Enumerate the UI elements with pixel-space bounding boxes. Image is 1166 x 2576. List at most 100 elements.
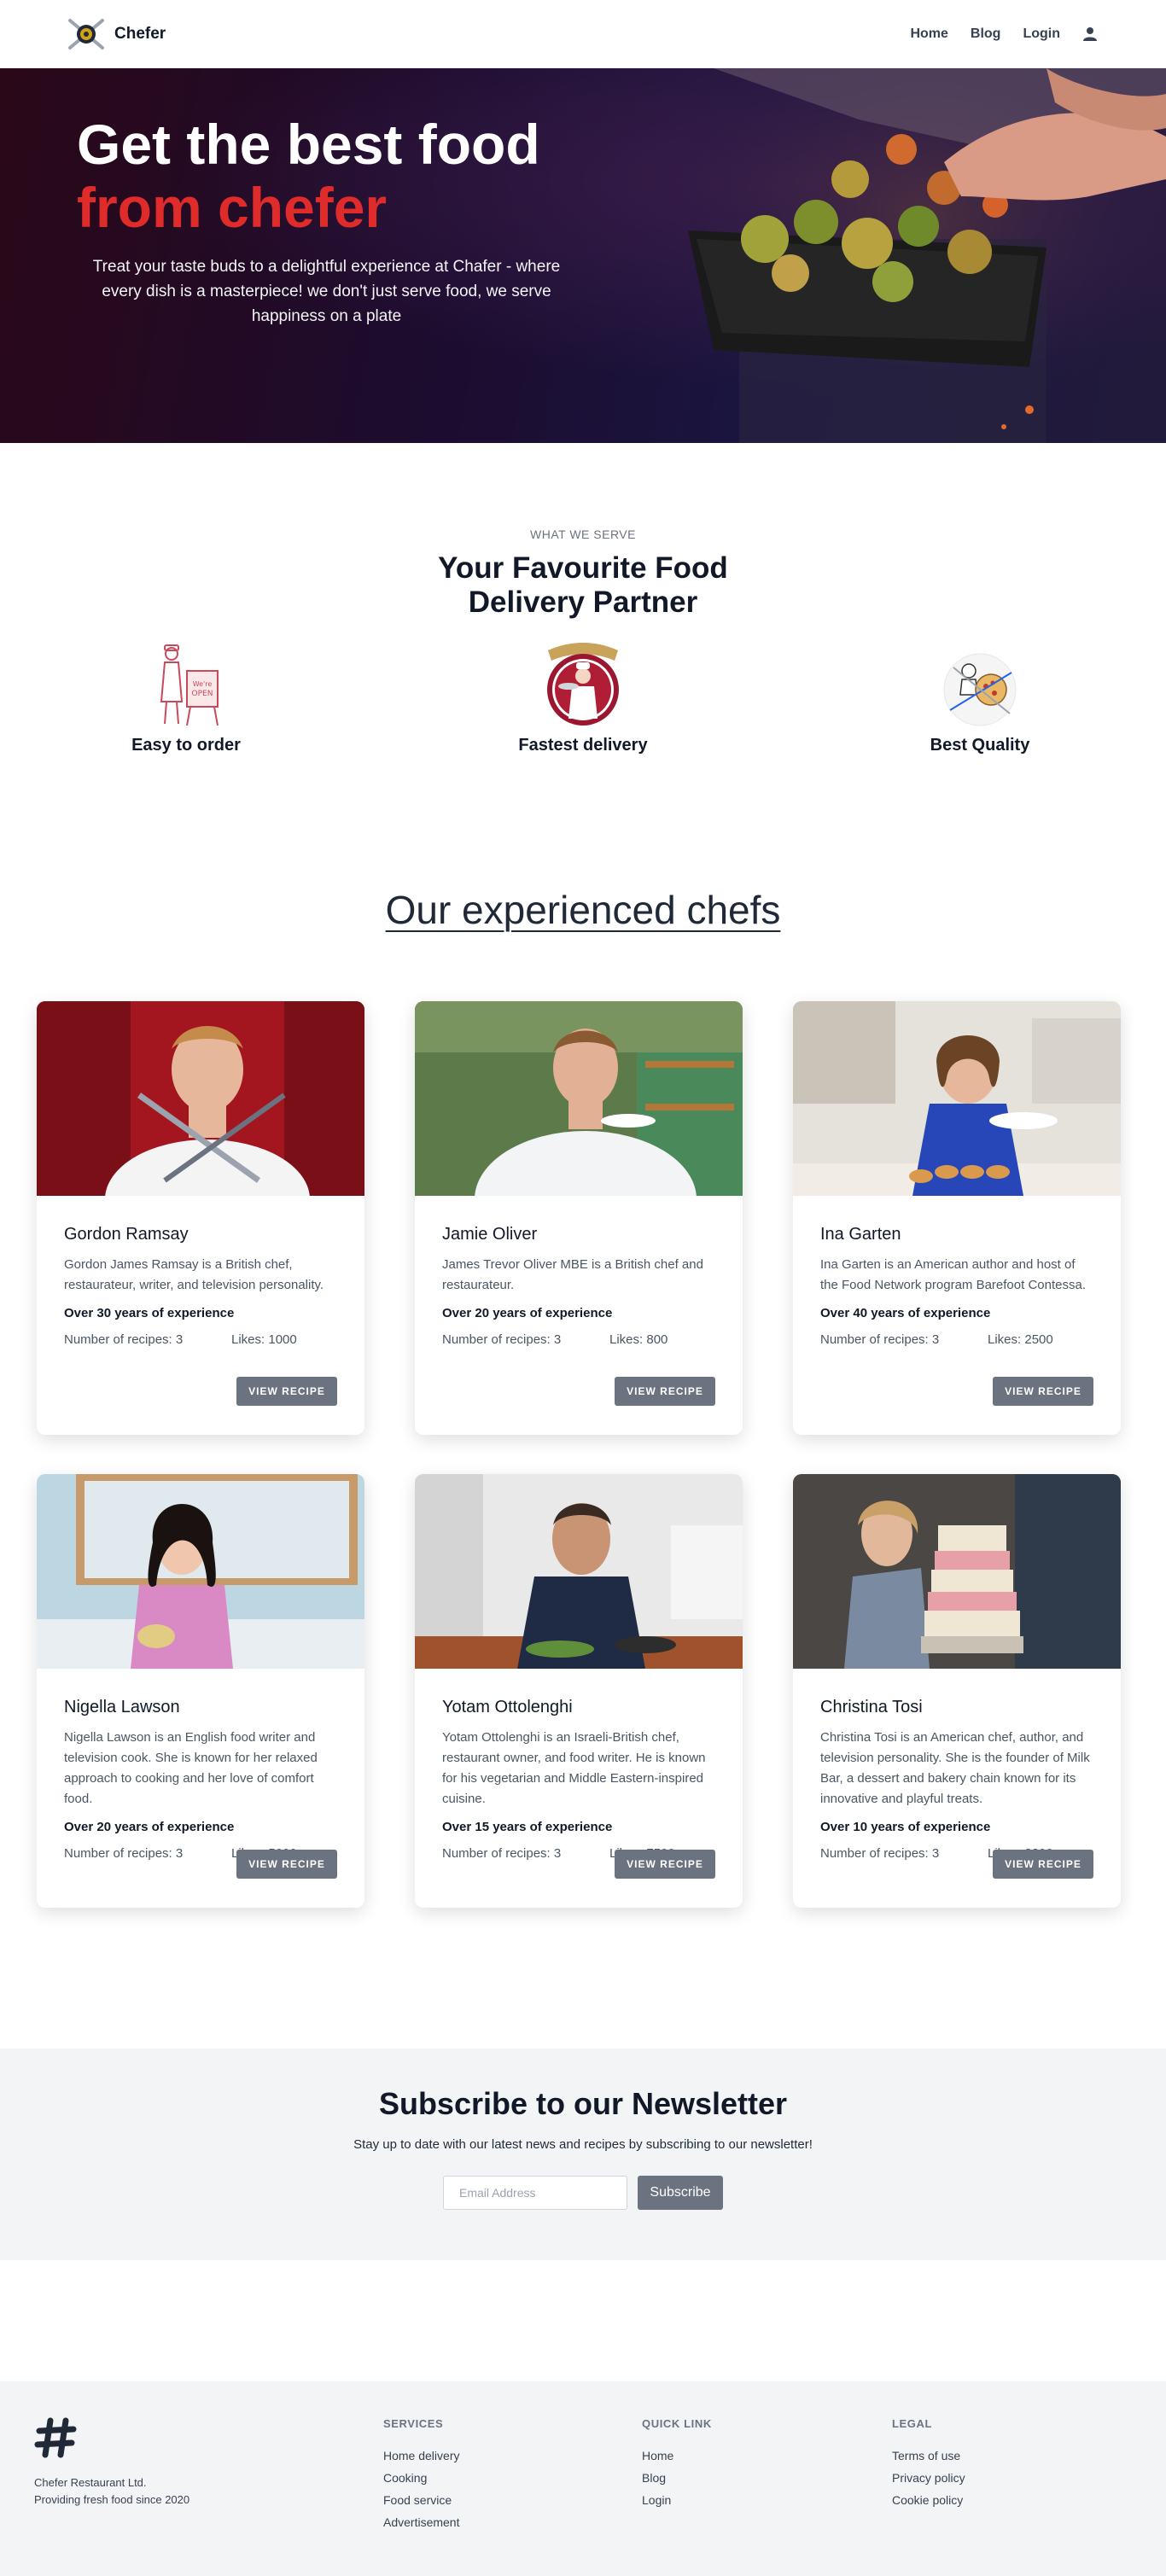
- chef-card: Gordon Ramsay Gordon James Ramsay is a B…: [37, 1001, 364, 1435]
- chef-card: Ina Garten Ina Garten is an American aut…: [793, 1001, 1121, 1435]
- view-recipe-button[interactable]: VIEW RECIPE: [993, 1377, 1093, 1406]
- svg-text:OPEN: OPEN: [192, 690, 213, 698]
- section-title: Your Favourite Food Delivery Partner: [0, 551, 1166, 620]
- footer-link-home[interactable]: Home: [642, 2449, 712, 2462]
- chef-card: Yotam Ottolenghi Yotam Ottolenghi is an …: [415, 1474, 743, 1908]
- footer-column-heading: LEGAL: [892, 2417, 933, 2430]
- chef-experience: Over 40 years of experience: [820, 1306, 991, 1320]
- hero-banner: Get the best food from chefer Treat your…: [0, 68, 1166, 443]
- footer-link-home-delivery[interactable]: Home delivery: [383, 2449, 459, 2462]
- chef-card: Christina Tosi Christina Tosi is an Amer…: [793, 1474, 1121, 1908]
- footer-link-privacy[interactable]: Privacy policy: [892, 2471, 965, 2485]
- chef-name: Christina Tosi: [820, 1698, 923, 1716]
- feature-label: Best Quality: [930, 736, 1030, 755]
- footer-link-food-service[interactable]: Food service: [383, 2493, 459, 2507]
- hero-subtitle: Treat your taste buds to a delightful ex…: [92, 258, 561, 325]
- chef-photo: [37, 1474, 364, 1669]
- chef-card: Nigella Lawson Nigella Lawson is an Engl…: [37, 1474, 364, 1908]
- footer-link-cookie[interactable]: Cookie policy: [892, 2493, 965, 2507]
- chef-experience: Over 15 years of experience: [442, 1820, 613, 1834]
- footer-column-heading: SERVICES: [383, 2417, 444, 2430]
- features-row: We're OPEN Easy to order Fastest deliver…: [0, 642, 1166, 755]
- footer-link-blog[interactable]: Blog: [642, 2471, 712, 2485]
- nav-link-home[interactable]: Home: [910, 26, 947, 42]
- chef-pizza-icon: [943, 653, 1017, 726]
- chef-badge-icon: [547, 643, 619, 726]
- nav-link-login[interactable]: Login: [1023, 26, 1060, 42]
- chef-recipes: Number of recipes: 3: [442, 1846, 562, 1861]
- chef-card: Jamie Oliver James Trevor Oliver MBE is …: [415, 1001, 743, 1435]
- footer-services-column: SERVICES Home delivery Cooking Food serv…: [383, 2417, 459, 2538]
- view-recipe-button[interactable]: VIEW RECIPE: [615, 1850, 715, 1879]
- footer-company: Chefer Restaurant Ltd. Providing fresh f…: [34, 2474, 189, 2509]
- footer-link-terms[interactable]: Terms of use: [892, 2449, 965, 2462]
- feature-label: Easy to order: [131, 736, 241, 755]
- serve-title-text: Your Favourite Food Delivery Partner: [438, 551, 728, 619]
- user-icon[interactable]: [1082, 26, 1098, 42]
- footer-quicklink-column: QUICK LINK Home Blog Login: [642, 2417, 712, 2515]
- feature-best-quality: Best Quality: [895, 642, 1065, 755]
- chef-photo: [415, 1474, 743, 1669]
- section-eyebrow: WHAT WE SERVE: [530, 527, 636, 541]
- chef-experience: Over 20 years of experience: [442, 1306, 613, 1320]
- chef-name: Gordon Ramsay: [64, 1225, 189, 1244]
- footer-link-login[interactable]: Login: [642, 2493, 712, 2507]
- chef-name: Ina Garten: [820, 1225, 901, 1244]
- chef-recipes: Number of recipes: 3: [820, 1332, 940, 1347]
- chef-experience: Over 30 years of experience: [64, 1306, 235, 1320]
- chef-description: Ina Garten is an American author and hos…: [820, 1257, 1086, 1292]
- footer-brand: Chefer Restaurant Ltd. Providing fresh f…: [34, 2416, 189, 2509]
- hero-title: Get the best food: [77, 113, 540, 176]
- chef-description: James Trevor Oliver MBE is a British che…: [442, 1257, 703, 1292]
- chef-photo: [415, 1001, 743, 1196]
- chef-name: Nigella Lawson: [64, 1698, 180, 1716]
- nav-link-blog[interactable]: Blog: [971, 26, 1001, 42]
- view-recipe-button[interactable]: VIEW RECIPE: [615, 1377, 715, 1406]
- hero-food-image: [688, 68, 1166, 443]
- hashtag-logo-icon: [34, 2417, 77, 2458]
- footer-tagline: Providing fresh food since 2020: [34, 2493, 190, 2506]
- navbar: Chefer Home Blog Login: [0, 0, 1166, 68]
- newsletter-title: Subscribe to our Newsletter: [378, 2086, 788, 2121]
- view-recipe-button[interactable]: VIEW RECIPE: [236, 1377, 337, 1406]
- feature-label: Fastest delivery: [518, 736, 648, 755]
- footer-legal-column: LEGAL Terms of use Privacy policy Cookie…: [892, 2417, 965, 2515]
- chef-likes: Likes: 1000: [231, 1332, 297, 1347]
- chef-stats: Number of recipes: 3 Likes: 1000: [64, 1332, 337, 1347]
- what-we-serve-section: WHAT WE SERVE Your Favourite Food Delive…: [0, 443, 1166, 846]
- chef-description: Christina Tosi is an American chef, auth…: [820, 1730, 1090, 1806]
- footer-link-cooking[interactable]: Cooking: [383, 2471, 459, 2485]
- newsletter-section: Subscribe to our Newsletter Stay up to d…: [0, 2049, 1166, 2260]
- chef-stats: Number of recipes: 3 Likes: 800: [442, 1332, 715, 1347]
- hero-title-accent: from chefer: [77, 176, 388, 239]
- chefer-logo-icon: [68, 18, 104, 50]
- chef-photo: [37, 1001, 364, 1196]
- hero-text: Get the best food from chefer Treat your…: [77, 113, 589, 329]
- chef-likes: Likes: 2500: [988, 1332, 1053, 1347]
- svg-text:We're: We're: [193, 680, 213, 688]
- brand[interactable]: Chefer: [65, 17, 166, 51]
- brand-name: Chefer: [114, 24, 166, 43]
- footer-link-advertisement[interactable]: Advertisement: [383, 2515, 459, 2529]
- email-input[interactable]: [443, 2176, 627, 2210]
- newsletter-subtitle: Stay up to date with our latest news and…: [353, 2137, 813, 2152]
- view-recipe-button[interactable]: VIEW RECIPE: [236, 1850, 337, 1879]
- view-recipe-button[interactable]: VIEW RECIPE: [993, 1850, 1093, 1879]
- chef-open-sign-icon: We're OPEN: [160, 644, 219, 726]
- chef-name: Yotam Ottolenghi: [442, 1698, 573, 1716]
- chef-description: Nigella Lawson is an English food writer…: [64, 1730, 318, 1806]
- chef-recipes: Number of recipes: 3: [64, 1332, 184, 1347]
- feature-easy-order: We're OPEN Easy to order: [101, 642, 271, 755]
- chefs-section: Our experienced chefs Gordon Ramsay Gord…: [0, 846, 1166, 1908]
- chefs-title: Our experienced chefs: [385, 888, 781, 932]
- footer-column-heading: QUICK LINK: [642, 2417, 712, 2430]
- chef-recipes: Number of recipes: 3: [64, 1846, 184, 1861]
- chefs-grid: Gordon Ramsay Gordon James Ramsay is a B…: [0, 1001, 1166, 1908]
- subscribe-button[interactable]: Subscribe: [638, 2176, 723, 2210]
- chef-photo: [793, 1001, 1121, 1196]
- footer: Chefer Restaurant Ltd. Providing fresh f…: [0, 2381, 1166, 2576]
- footer-company-name: Chefer Restaurant Ltd.: [34, 2476, 147, 2489]
- nav-links: Home Blog Login: [910, 26, 1098, 42]
- newsletter-form: Subscribe: [0, 2176, 1166, 2210]
- chef-name: Jamie Oliver: [442, 1225, 538, 1244]
